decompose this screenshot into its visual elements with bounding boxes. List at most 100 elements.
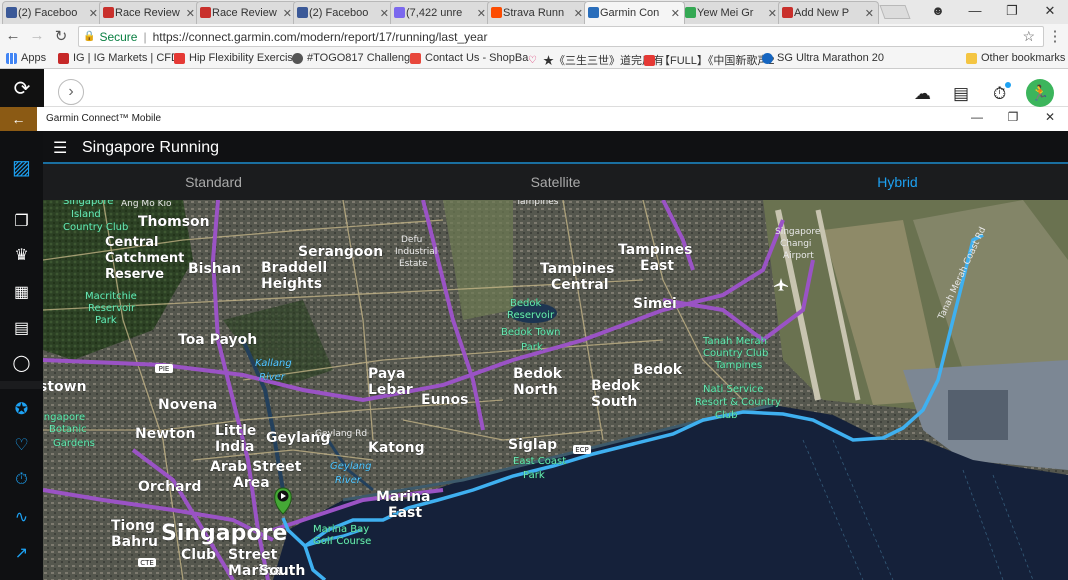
park-label: Country Club [63, 222, 128, 233]
browser-tab[interactable]: (2) Faceboo ✕ [2, 1, 103, 24]
map-label: Siglap [508, 437, 557, 453]
tab-favicon-icon [297, 7, 308, 18]
tab-close-icon[interactable]: ✕ [380, 7, 389, 20]
garmin-sidebar: ▨ ❐ ♛ ▦ ▤ ◯ ✪ ♡ ⏱ ∿ ↗ [0, 131, 43, 580]
map-label: Eunos [421, 392, 468, 408]
bookmark-star-icon[interactable]: ☆ [1022, 28, 1035, 45]
bookmark-apps[interactable]: Apps [6, 52, 46, 64]
bookmark-shopback[interactable]: Contact Us - ShopBa [410, 52, 528, 64]
tab-close-icon[interactable]: ✕ [865, 7, 874, 20]
tab-close-icon[interactable]: ✕ [671, 7, 680, 20]
hamburger-menu-icon[interactable]: ☰ [53, 138, 67, 158]
sidebar-health-icon[interactable]: ♡ [0, 435, 43, 455]
url-text[interactable]: https://connect.garmin.com/modern/report… [153, 30, 488, 44]
map-label: South [259, 563, 305, 579]
map-label: Braddell [261, 260, 327, 276]
tab-close-icon[interactable]: ✕ [574, 7, 583, 20]
expand-chevron-icon[interactable]: › [58, 79, 84, 105]
map-label: Marina [376, 489, 431, 505]
park-label: Reservoir [88, 303, 136, 314]
inbox-icon[interactable]: ▤ [953, 84, 969, 104]
bookmark-other[interactable]: Other bookmarks [966, 52, 1065, 64]
minimize-icon[interactable]: — [965, 3, 985, 18]
sidebar-trophy-icon[interactable]: ♛ [0, 245, 43, 265]
map-small-label: Tampines [515, 200, 559, 207]
tab-satellite[interactable]: Satellite [385, 174, 726, 190]
bike-icon [292, 52, 303, 64]
reload-icon[interactable]: ↻ [52, 27, 70, 45]
map-label: stown [43, 379, 87, 395]
bookmark-hip[interactable]: Hip Flexibility Exercis [174, 52, 293, 64]
mobile-window-title: Garmin Connect™ Mobile [46, 113, 162, 124]
mobile-minimize-icon[interactable]: — [967, 110, 987, 124]
apps-grid-icon [6, 52, 17, 64]
route-map[interactable]: PIE ECP CTE Thomson Serangoon Central Catch… [43, 200, 1068, 580]
tab-close-icon[interactable]: ✕ [283, 7, 292, 20]
bookmark-togo[interactable]: #TOGO817 Challenge [292, 52, 416, 64]
menu-kebab-icon[interactable]: ⋮ [1046, 27, 1064, 45]
tab-close-icon[interactable]: ✕ [477, 7, 486, 20]
profile-icon[interactable]: ☻ [928, 3, 948, 18]
tab-favicon-icon [103, 7, 114, 18]
browser-tab[interactable]: Garmin Con ✕ [584, 1, 685, 24]
tab-favicon-icon [782, 7, 793, 18]
sidebar-route-icon[interactable]: ∿ [0, 507, 43, 527]
sidebar-activities-icon[interactable]: ❐ [0, 211, 43, 231]
back-arrow-button[interactable]: ← [0, 107, 37, 131]
browser-tab[interactable]: (7,422 unre ✕ [390, 1, 491, 24]
new-tab-button[interactable] [879, 5, 911, 19]
avatar[interactable]: 🏃 [1026, 79, 1054, 107]
bookmark-song[interactable]: 【FULL】《中国新歌声2 [644, 52, 775, 68]
globe-icon [762, 52, 773, 64]
tab-label: (7,422 unre [406, 7, 463, 19]
notification-dot [1005, 82, 1011, 88]
browser-tab[interactable]: Race Review ✕ [99, 1, 200, 24]
map-type-tabs: Standard Satellite Hybrid [43, 164, 1068, 200]
map-label: Area [233, 475, 270, 491]
sidebar-dashboard-icon[interactable]: ▨ [0, 155, 43, 180]
tab-close-icon[interactable]: ✕ [186, 7, 195, 20]
tab-close-icon[interactable]: ✕ [768, 7, 777, 20]
close-window-icon[interactable]: ✕ [1040, 3, 1060, 19]
bookmark-sg-ultra[interactable]: SG Ultra Marathon 20 [762, 52, 884, 64]
tab-favicon-icon [394, 7, 405, 18]
map-label: Novena [158, 397, 217, 413]
runner-icon: 🏃 [1030, 85, 1050, 102]
map-label: Heights [261, 276, 322, 292]
mobile-restore-icon[interactable]: ❐ [1003, 110, 1023, 124]
tab-label: (2) Faceboo [18, 7, 78, 19]
sidebar-news-icon[interactable]: ▤ [0, 318, 43, 338]
sidebar-reports-icon[interactable]: ↗ [0, 543, 43, 563]
road-badge-label: ECP [575, 446, 589, 454]
tab-close-icon[interactable]: ✕ [89, 7, 98, 20]
sidebar-insights-icon[interactable]: ◯ [0, 353, 43, 373]
tab-standard[interactable]: Standard [43, 174, 384, 190]
browser-tab[interactable]: (2) Faceboo ✕ [293, 1, 394, 24]
tab-label: Garmin Con [600, 7, 660, 19]
water-label: Kallang [255, 358, 292, 369]
sidebar-calendar-icon[interactable]: ▦ [0, 282, 43, 302]
park-label: Tanah Merah [702, 336, 767, 347]
upload-cloud-icon[interactable]: ☁ [914, 84, 931, 104]
address-bar[interactable]: 🔒 Secure | https://connect.garmin.com/mo… [78, 26, 1044, 47]
back-icon[interactable]: ← [4, 27, 22, 44]
park-label: Botanic [49, 424, 87, 435]
device-watch-icon[interactable]: ⏱ [993, 84, 1006, 104]
map-label: Bishan [188, 261, 241, 277]
map-label: East [640, 258, 674, 274]
map-label: Street [228, 547, 278, 563]
map-svg[interactable]: PIE ECP CTE ThomsonSerangoonCentralCatch… [43, 200, 1068, 580]
browser-tab[interactable]: Add New P ✕ [778, 1, 879, 24]
sidebar-timer-icon[interactable]: ⏱ [0, 471, 43, 489]
forward-icon[interactable]: → [28, 27, 46, 44]
sidebar-activity-icon[interactable]: ✪ [0, 399, 43, 419]
map-label: Bahru [111, 534, 158, 550]
bookmark-ig[interactable]: IG | IG Markets | CFD [58, 52, 179, 64]
restore-icon[interactable]: ❐ [1002, 3, 1022, 19]
tab-hybrid[interactable]: Hybrid [727, 174, 1068, 190]
mobile-close-icon[interactable]: ✕ [1040, 110, 1060, 124]
browser-tab[interactable]: Strava Runn ✕ [487, 1, 588, 24]
garmin-logo-icon[interactable]: ⟳ [0, 69, 44, 107]
browser-tab[interactable]: Yew Mei Gr ✕ [681, 1, 782, 24]
browser-tab[interactable]: Race Review ✕ [196, 1, 297, 24]
